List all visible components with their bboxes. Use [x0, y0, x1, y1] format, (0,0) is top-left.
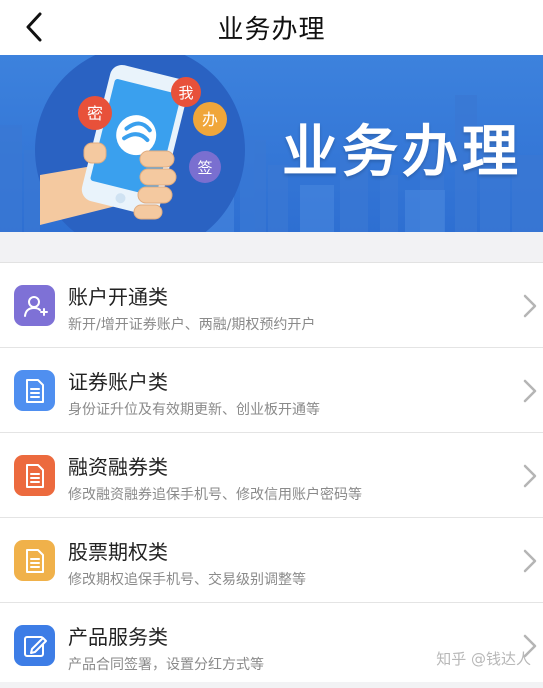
document-icon	[14, 370, 55, 411]
edit-icon	[14, 625, 55, 666]
document-icon	[14, 540, 55, 581]
chevron-right-icon	[523, 464, 537, 488]
item-subtitle: 修改期权追保手机号、交易级别调整等	[68, 572, 306, 588]
banner: 密 我 办 签 业务办理	[0, 55, 543, 232]
bubble-qian: 签	[197, 159, 212, 177]
list-item-stock-options[interactable]: 股票期权类 修改期权追保手机号、交易级别调整等	[0, 518, 543, 603]
item-title: 证券账户类	[68, 370, 168, 394]
user-add-icon	[14, 285, 55, 326]
chevron-right-icon	[523, 379, 537, 403]
back-button[interactable]	[14, 8, 54, 46]
item-title: 股票期权类	[68, 540, 168, 564]
service-category-list: 账户开通类 新开/增开证券账户、两融/期权预约开户 证券账户类 身份证升位及有效…	[0, 262, 543, 682]
list-item-securities-account[interactable]: 证券账户类 身份证升位及有效期更新、创业板开通等	[0, 348, 543, 433]
item-title: 账户开通类	[68, 285, 168, 309]
item-subtitle: 产品合同签署，设置分红方式等	[68, 657, 264, 673]
chevron-right-icon	[523, 294, 537, 318]
item-subtitle: 身份证升位及有效期更新、创业板开通等	[68, 402, 320, 418]
item-title: 融资融券类	[68, 455, 168, 479]
document-icon	[14, 455, 55, 496]
bubble-wo: 我	[178, 84, 193, 102]
item-subtitle: 修改融资融券追保手机号、修改信用账户密码等	[68, 487, 362, 503]
chevron-right-icon	[523, 549, 537, 573]
back-chevron-icon	[26, 12, 42, 42]
bubble-ban: 办	[202, 110, 218, 129]
item-subtitle: 新开/增开证券账户、两融/期权预约开户	[68, 317, 316, 333]
bubble-mi: 密	[87, 104, 103, 123]
list-item-product-services[interactable]: 产品服务类 产品合同签署，设置分红方式等	[0, 603, 543, 688]
list-item-account-opening[interactable]: 账户开通类 新开/增开证券账户、两融/期权预约开户	[0, 263, 543, 348]
page-title: 业务办理	[217, 15, 326, 45]
top-navigation-bar: 业务办理	[0, 0, 543, 55]
item-title: 产品服务类	[68, 625, 168, 649]
banner-title: 业务办理	[282, 120, 522, 185]
list-item-margin-trading[interactable]: 融资融券类 修改融资融券追保手机号、修改信用账户密码等	[0, 433, 543, 518]
watermark: 知乎 @钱达人	[436, 650, 531, 668]
